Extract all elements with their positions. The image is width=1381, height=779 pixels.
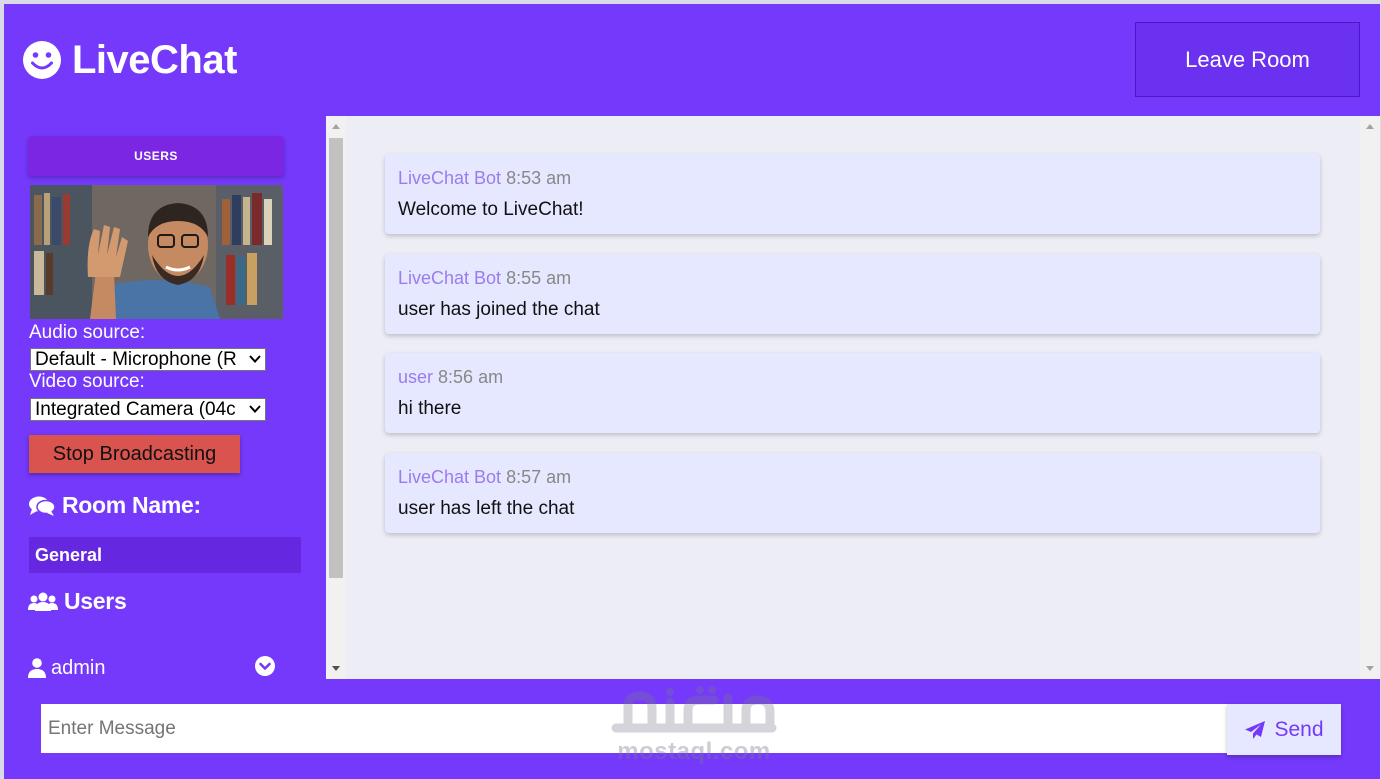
message-time: 8:55 am — [506, 268, 572, 288]
scroll-down-arrow-icon[interactable] — [1366, 666, 1374, 671]
video-source-select[interactable]: Integrated Camera (04c — [30, 398, 266, 421]
video-preview — [30, 185, 283, 319]
user-icon — [28, 658, 46, 678]
message-input[interactable] — [41, 704, 1228, 753]
audio-source-label: Audio source: — [29, 322, 146, 343]
send-button[interactable]: Send — [1227, 704, 1341, 755]
users-heading: Users — [28, 588, 127, 615]
send-label: Send — [1274, 717, 1324, 741]
logo: LiveChat — [22, 38, 237, 82]
message-text: user has joined the chat — [398, 299, 600, 320]
scroll-up-arrow-icon[interactable] — [1366, 124, 1374, 129]
header: LiveChat Leave Room — [4, 4, 1380, 116]
sidebar-scrollbar[interactable] — [326, 116, 346, 679]
chevron-circle-down-icon[interactable] — [255, 656, 275, 676]
message-text: hi there — [398, 398, 462, 419]
message-meta: LiveChat Bot 8:55 am — [398, 268, 571, 289]
user-name: admin — [51, 656, 106, 679]
message-time: 8:56 am — [438, 367, 504, 387]
message-author: LiveChat Bot — [398, 168, 502, 188]
message-text: Welcome to LiveChat! — [398, 199, 584, 220]
message-composer: Send — [4, 679, 1380, 779]
video-source-label: Video source: — [29, 371, 145, 392]
scroll-down-arrow-icon[interactable] — [332, 666, 340, 671]
room-name-value: General — [29, 537, 301, 573]
video-source-value: Integrated Camera (04c — [35, 398, 236, 420]
stop-broadcasting-button[interactable]: Stop Broadcasting — [29, 435, 240, 473]
message-time: 8:57 am — [506, 467, 572, 487]
message-author: LiveChat Bot — [398, 268, 502, 288]
app-window: LiveChat Leave Room USERS Audio source: … — [4, 4, 1380, 779]
scroll-up-arrow-icon[interactable] — [332, 124, 340, 129]
chat-message: user 8:56 am hi there — [385, 353, 1320, 433]
comments-icon — [29, 496, 56, 516]
message-time: 8:53 am — [506, 168, 572, 188]
webcam-image — [30, 185, 283, 319]
paper-plane-icon — [1245, 720, 1266, 739]
chat-scrollbar[interactable] — [1360, 116, 1380, 679]
message-author: LiveChat Bot — [398, 467, 502, 487]
chat-message: LiveChat Bot 8:57 am user has left the c… — [385, 453, 1320, 533]
message-meta: LiveChat Bot 8:53 am — [398, 168, 571, 189]
smiley-icon — [23, 41, 61, 79]
room-name-title: Room Name: — [62, 492, 201, 518]
room-name-heading: Room Name: — [28, 492, 201, 519]
users-pill[interactable]: USERS — [28, 136, 284, 176]
leave-room-button[interactable]: Leave Room — [1135, 22, 1360, 97]
users-title: Users — [64, 588, 127, 614]
user-list-item[interactable]: admin — [28, 654, 284, 679]
message-text: user has left the chat — [398, 498, 575, 519]
sidebar: USERS Audio source: Default - Microphone… — [4, 116, 326, 679]
chevron-down-icon — [249, 405, 261, 413]
audio-source-select[interactable]: Default - Microphone (R — [30, 348, 266, 371]
message-meta: LiveChat Bot 8:57 am — [398, 467, 571, 488]
chat-message: LiveChat Bot 8:53 am Welcome to LiveChat… — [385, 154, 1320, 234]
users-icon — [28, 592, 58, 611]
chat-messages: LiveChat Bot 8:53 am Welcome to LiveChat… — [346, 116, 1380, 679]
message-author: user — [398, 367, 434, 387]
logo-text: LiveChat — [72, 37, 237, 82]
scroll-thumb[interactable] — [329, 138, 343, 578]
audio-source-value: Default - Microphone (R — [35, 348, 237, 370]
chat-message: LiveChat Bot 8:55 am user has joined the… — [385, 254, 1320, 334]
message-meta: user 8:56 am — [398, 367, 503, 388]
chevron-down-icon — [249, 355, 261, 363]
